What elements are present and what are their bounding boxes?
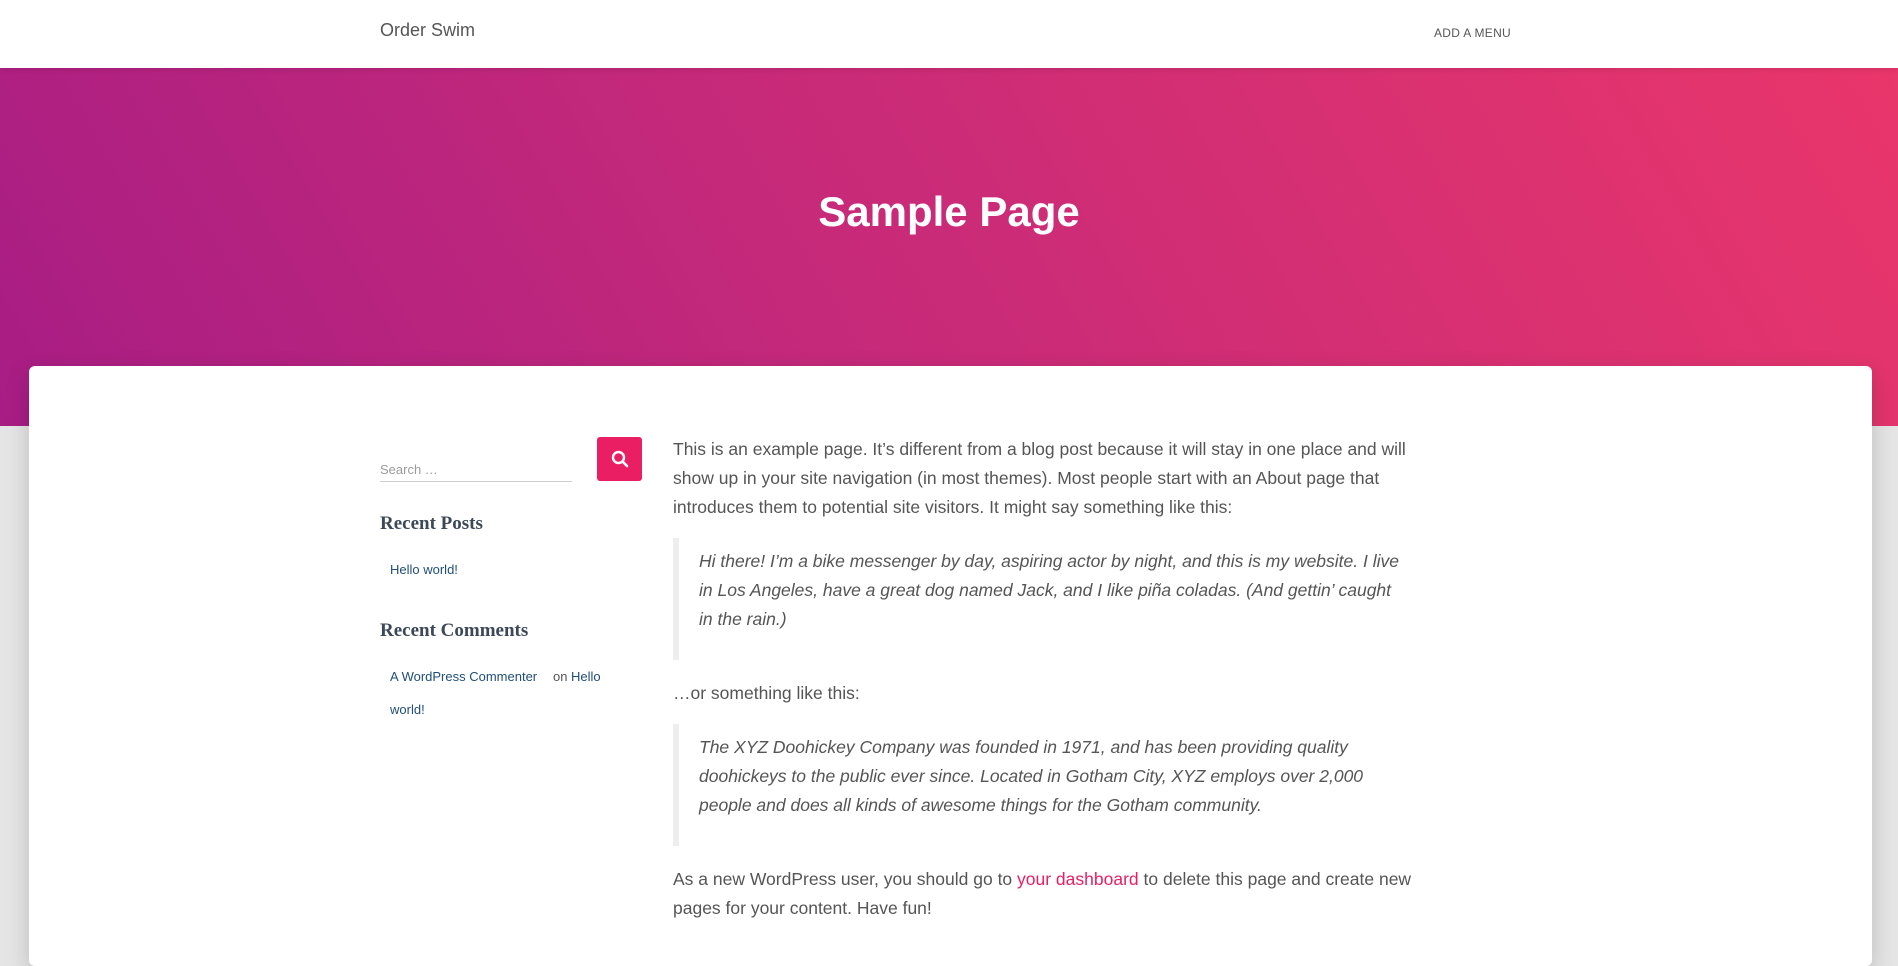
quote1-line-2: in Los Angeles, have a great dog named J… <box>699 580 1392 600</box>
search-icon <box>611 450 628 468</box>
recent-posts-heading: Recent Posts <box>380 513 483 534</box>
site-title-link[interactable]: Order Swim <box>380 20 475 41</box>
comment-author-link[interactable]: A WordPress Commenter <box>390 669 537 684</box>
search-input[interactable] <box>380 452 572 482</box>
recent-post-link[interactable]: Hello world! <box>390 562 458 577</box>
or-something-paragraph: …or something like this: <box>673 683 860 703</box>
comment-on-text: on <box>553 669 568 684</box>
closing-paragraph: As a new WordPress user, you should go t… <box>673 865 1423 923</box>
blockquote-doohickey: The XYZ Doohickey Company was founded in… <box>673 724 1418 846</box>
intro-line-3: introduces them to potential site visito… <box>673 497 1233 517</box>
dashboard-link[interactable]: your dashboard <box>1017 869 1139 889</box>
add-a-menu-link[interactable]: ADD A MENU <box>1434 26 1511 40</box>
intro-line-1: This is an example page. It’s different … <box>673 439 1406 459</box>
closing-text-after: to delete this page and create new <box>1138 869 1412 889</box>
quote2-line-1: The XYZ Doohickey Company was founded in… <box>699 737 1348 757</box>
closing-line-2: pages for your content. Have fun! <box>673 898 932 918</box>
quote1-line-1: Hi there! I’m a bike messenger by day, a… <box>699 551 1399 571</box>
comment-post-link-continued[interactable]: world! <box>390 702 425 717</box>
quote2-line-3: people and does all kinds of awesome thi… <box>699 795 1262 815</box>
closing-text-before: As a new WordPress user, you should go t… <box>673 869 1018 889</box>
intro-paragraph: This is an example page. It’s different … <box>673 435 1423 522</box>
intro-line-2: show up in your site navigation (in most… <box>673 468 1380 488</box>
recent-comments-heading: Recent Comments <box>380 620 529 641</box>
quote1-line-3: in the rain.) <box>699 609 787 629</box>
top-navbar: Order Swim ADD A MENU <box>0 0 1898 68</box>
quote2-line-2: doohickeys to the public ever since. Loc… <box>699 766 1364 786</box>
search-button[interactable] <box>597 437 642 481</box>
blockquote-bike-messenger: Hi there! I’m a bike messenger by day, a… <box>673 538 1418 660</box>
comment-post-link[interactable]: Hello <box>571 669 601 684</box>
page-title: Sample Page <box>818 188 1080 235</box>
